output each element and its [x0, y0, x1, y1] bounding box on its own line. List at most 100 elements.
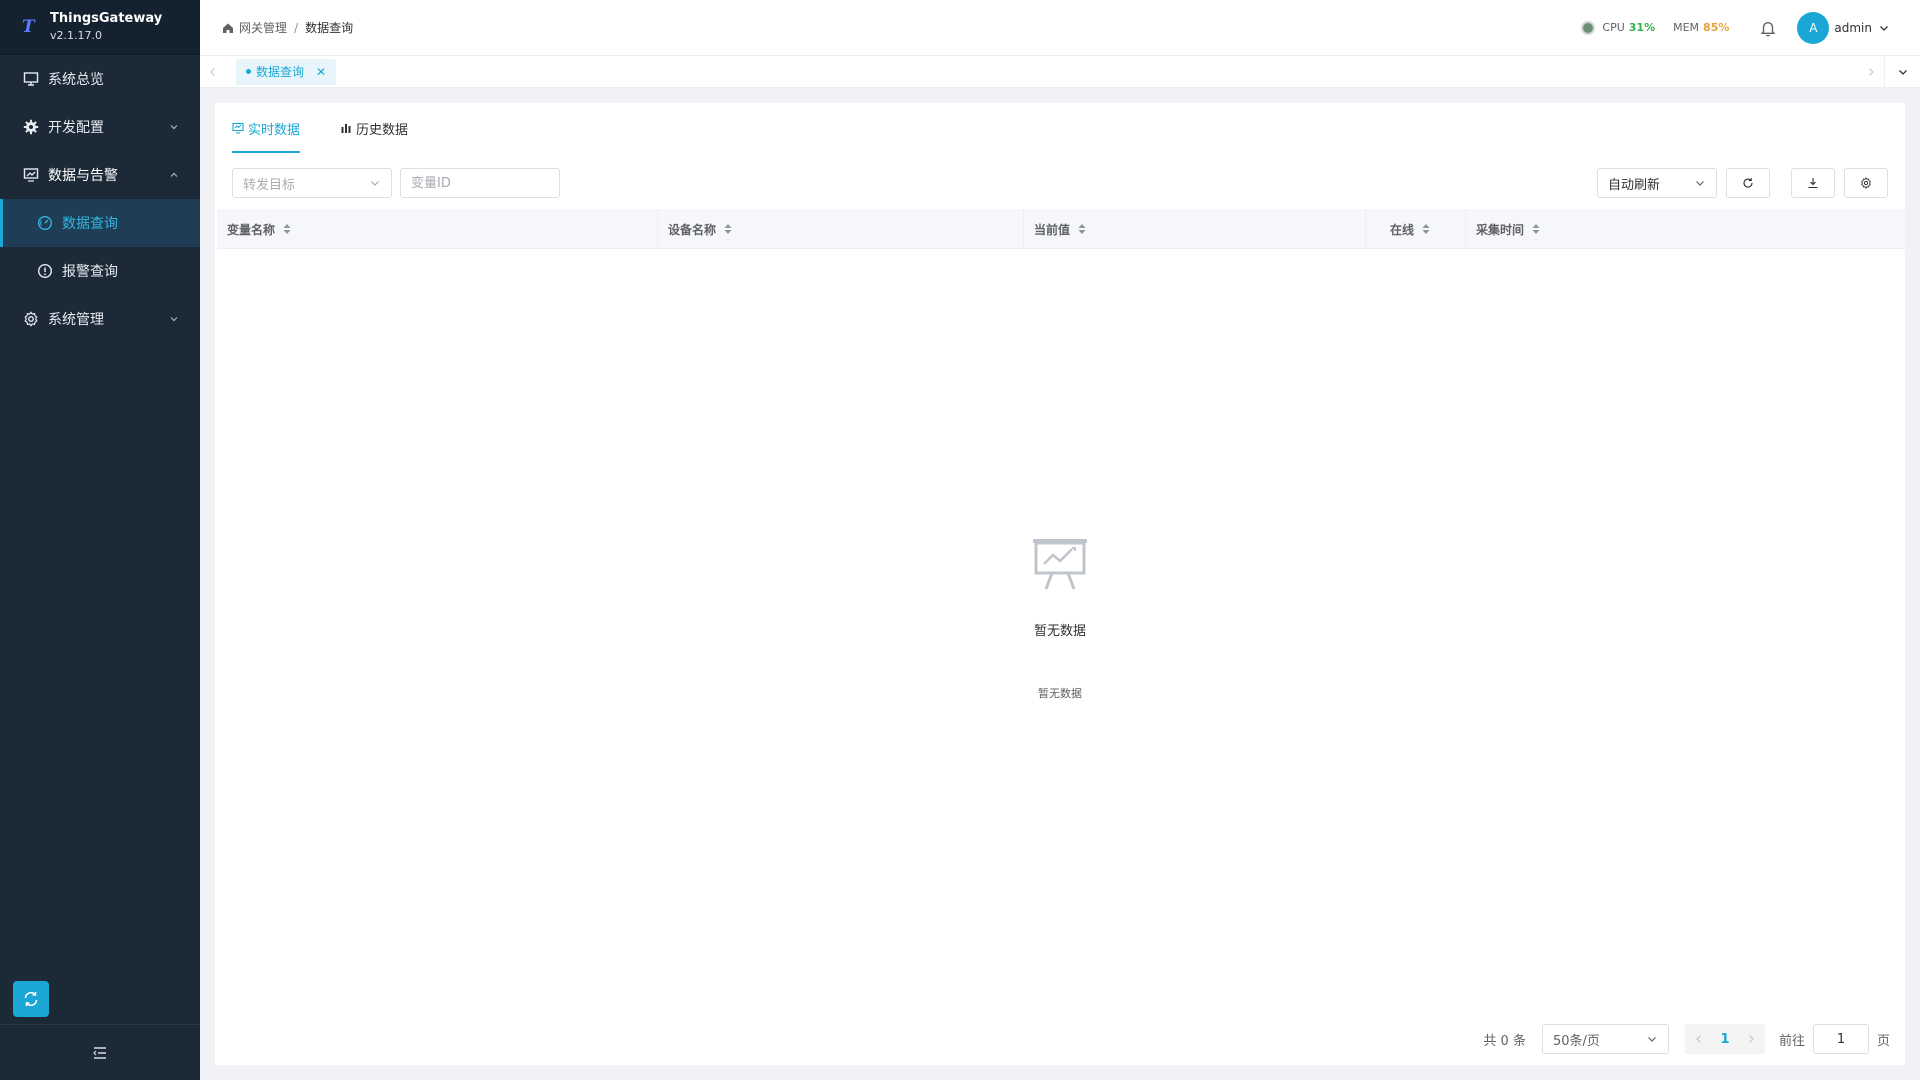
mem-value: 85%: [1703, 21, 1730, 34]
content-tabs: 实时数据 历史数据: [232, 103, 448, 153]
chevron-left-icon: [1696, 1035, 1701, 1043]
tab-label: 实时数据: [248, 122, 301, 138]
column-settings-button[interactable]: [1844, 168, 1888, 198]
pagination-total: 共 0 条: [1483, 1033, 1526, 1049]
column-header-label: 当前值: [1034, 222, 1071, 237]
empty-subtitle: 暂无数据: [1038, 687, 1082, 700]
user-name[interactable]: admin: [1834, 21, 1872, 35]
brand[interactable]: T ThingsGateway v2.1.17.0: [0, 0, 200, 55]
active-dot: [246, 69, 251, 74]
connection-status-indicator: [1581, 20, 1596, 35]
sidebar-item-label: 开发配置: [48, 120, 104, 136]
page-tab-data-query[interactable]: 数据查询 ✕: [236, 58, 337, 85]
chevron-right-icon: [1869, 67, 1874, 76]
tab-history-data[interactable]: 历史数据: [340, 103, 408, 153]
column-header-label: 在线: [1390, 222, 1415, 237]
tab-scroll-left-button[interactable]: [200, 56, 226, 88]
column-header-collect-time[interactable]: 采集时间: [1466, 209, 1905, 249]
sidebar-collapse-button[interactable]: [0, 1024, 200, 1080]
breadcrumb-separator: /: [294, 20, 299, 35]
cpu-label: CPU: [1602, 21, 1625, 34]
sort-icon[interactable]: [282, 223, 292, 235]
submenu-data-alarm: 数据查询 报警查询: [0, 199, 200, 295]
breadcrumb-item-current: 数据查询: [305, 21, 354, 35]
dashboard-icon: [22, 166, 40, 184]
export-button[interactable]: [1791, 168, 1835, 198]
chevron-down-icon: [170, 125, 178, 130]
filter-toolbar: 转发目标 自动刷新: [232, 168, 1888, 198]
close-icon[interactable]: ✕: [316, 65, 326, 79]
warning-circle-icon: [36, 262, 54, 280]
bar-chart-icon: [341, 124, 351, 133]
column-header-current-value[interactable]: 当前值: [1024, 209, 1366, 249]
forward-target-select[interactable]: 转发目标: [232, 168, 392, 198]
tab-label: 历史数据: [356, 122, 409, 138]
page-jumper: 前往 页: [1779, 1024, 1890, 1054]
sidebar-item-label: 数据与告警: [48, 168, 118, 184]
prev-page-button[interactable]: [1685, 1024, 1713, 1054]
sort-icon[interactable]: [1531, 223, 1541, 235]
refresh-fab-button[interactable]: [13, 981, 49, 1017]
sort-icon[interactable]: [723, 223, 733, 235]
page-suffix: 页: [1876, 1033, 1890, 1049]
sidebar-item-label: 系统管理: [48, 312, 104, 328]
variable-id-input[interactable]: [400, 168, 560, 198]
bell-icon[interactable]: [1759, 19, 1777, 37]
sidebar-item-overview[interactable]: 系统总览: [0, 55, 200, 103]
pagination: 共 0 条 50条/页 1 前往 页: [1483, 1023, 1890, 1055]
cpu-value: 31%: [1628, 21, 1656, 34]
next-page-button[interactable]: [1737, 1024, 1765, 1054]
chevron-down-icon: [1696, 181, 1704, 186]
page-size-select[interactable]: 50条/页: [1541, 1024, 1669, 1054]
sidebar-item-alarm-query[interactable]: 报警查询: [0, 247, 200, 295]
select-value: 自动刷新: [1608, 177, 1661, 193]
sort-icon[interactable]: [1421, 223, 1431, 235]
empty-presentation-icon: [1033, 539, 1087, 590]
sidebar-item-dev-config[interactable]: 开发配置: [0, 103, 200, 151]
home-icon: [223, 23, 233, 33]
page-number-current[interactable]: 1: [1713, 1032, 1737, 1047]
settings-icon: [22, 310, 40, 328]
empty-title: 暂无数据: [1033, 624, 1086, 639]
tab-menu-button[interactable]: [1884, 55, 1920, 88]
sidebar-item-system-manage[interactable]: 系统管理: [0, 295, 200, 343]
goto-page-input[interactable]: [1812, 1024, 1869, 1054]
download-icon: [1808, 178, 1818, 189]
sync-icon: [24, 992, 38, 1006]
breadcrumb-item-gateway[interactable]: 网关管理: [239, 19, 287, 36]
chevron-left-icon: [210, 67, 215, 76]
chevron-up-icon: [170, 172, 178, 177]
sidebar-item-label: 数据查询: [62, 216, 118, 232]
tab-scroll-right-button[interactable]: [1858, 56, 1884, 88]
refresh-icon: [1743, 178, 1753, 188]
select-placeholder: 转发目标: [243, 177, 296, 193]
gear-icon: [1861, 177, 1871, 189]
column-header-online[interactable]: 在线: [1366, 209, 1466, 249]
column-header-label: 变量名称: [227, 222, 276, 237]
chevron-right-icon: [1749, 1035, 1754, 1043]
main-content: 实时数据 历史数据 转发目标 自动刷新 变量名称: [215, 103, 1905, 1065]
brand-version: v2.1.17.0: [50, 29, 102, 42]
realtime-icon: [232, 122, 244, 134]
menu-fold-icon: [93, 1046, 106, 1059]
gear-icon: [22, 118, 40, 136]
column-header-device-name[interactable]: 设备名称: [658, 209, 1024, 249]
sidebar: T ThingsGateway v2.1.17.0 系统总览 开发配置 数据与告…: [0, 0, 200, 1080]
column-header-label: 设备名称: [668, 222, 717, 237]
avatar[interactable]: A: [1797, 11, 1830, 44]
gauge-icon: [36, 214, 54, 232]
chevron-down-icon: [1898, 69, 1907, 75]
sidebar-item-data-alarm[interactable]: 数据与告警: [0, 151, 200, 199]
monitor-icon: [22, 70, 40, 88]
tab-realtime-data[interactable]: 实时数据: [232, 103, 301, 153]
sidebar-item-label: 系统总览: [48, 72, 104, 88]
auto-refresh-select[interactable]: 自动刷新: [1597, 168, 1717, 198]
chevron-down-icon: [170, 317, 178, 322]
refresh-button[interactable]: [1726, 168, 1770, 198]
chevron-down-icon[interactable]: [1878, 22, 1890, 34]
sort-icon[interactable]: [1077, 223, 1087, 235]
column-header-variable-name[interactable]: 变量名称: [217, 209, 658, 249]
empty-state: 暂无数据 暂无数据: [215, 536, 1905, 701]
page-navigator: 1: [1684, 1024, 1765, 1054]
sidebar-item-data-query[interactable]: 数据查询: [0, 199, 200, 247]
